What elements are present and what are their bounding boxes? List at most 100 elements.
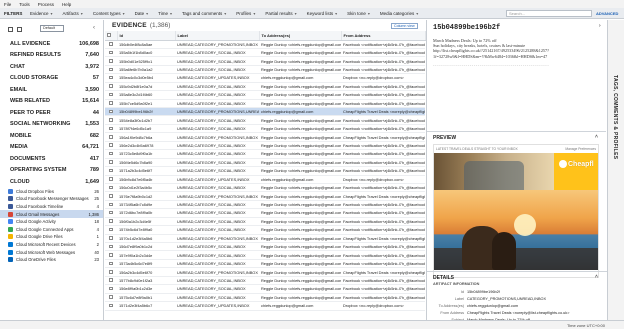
category-cloud[interactable]: CLOUD 1,649 — [0, 176, 103, 188]
table-row[interactable]: 155a8e3c2d1f4b60 UNREAD,CATEGORY_SOCIAL,I… — [105, 90, 425, 100]
table-row[interactable]: 156d7e8f9a0b1c2d UNREAD,CATEGORY_SOCIAL,I… — [105, 242, 425, 252]
row-checkbox[interactable] — [105, 250, 117, 260]
column-header-id[interactable]: Id — [117, 31, 176, 41]
row-checkbox[interactable] — [105, 48, 117, 58]
menu-process[interactable]: Process — [38, 2, 54, 7]
row-checkbox[interactable] — [105, 149, 117, 159]
category-media[interactable]: MEDIA 64,721 — [0, 142, 103, 154]
table-row[interactable]: 1572d6bc7e8f9a0b UNREAD,CATEGORY_SOCIAL,I… — [105, 208, 425, 218]
row-checkbox[interactable] — [105, 225, 117, 235]
category-chat[interactable]: CHAT 3,972 — [0, 61, 103, 73]
collapse-icon[interactable]: › — [599, 23, 601, 29]
cloud-item[interactable]: Cloud OneDrive Files 23 — [0, 256, 103, 264]
filter-artifacts[interactable]: Artifacts ▾ — [63, 11, 83, 16]
category-mobile[interactable]: MOBILE 682 — [0, 130, 103, 142]
table-row[interactable]: 156db0e4f8c8a5ae UNREAD,CATEGORY_PROMOTIO… — [105, 40, 425, 49]
row-checkbox[interactable] — [105, 234, 117, 244]
row-checkbox[interactable] — [105, 40, 117, 49]
table-row[interactable]: 1574b5c6d7e8f9a0 UNREAD,CATEGORY_SOCIAL,I… — [105, 225, 425, 235]
row-checkbox[interactable] — [105, 175, 117, 184]
table-row[interactable]: 1570c1d2e3f4a5b6 UNREAD,CATEGORY_PROMOTIO… — [105, 234, 425, 244]
filter-content-types[interactable]: Content types ▾ — [93, 11, 125, 16]
table-row[interactable]: 157e9f0a1b2c3d4e UNREAD,CATEGORY_SOCIAL,I… — [105, 250, 425, 260]
column-header-label[interactable]: Label — [175, 31, 260, 41]
table-row[interactable]: 1578f7f4e6d5c1a9 UNREAD,CATEGORY_SOCIAL,I… — [105, 124, 425, 134]
category-documents[interactable]: DOCUMENTS 417 — [0, 153, 103, 165]
table-row[interactable]: 1573a4b5c6d7e8f9 UNREAD,CATEGORY_SOCIAL,I… — [105, 259, 425, 269]
row-checkbox[interactable] — [105, 293, 117, 303]
column-header-from[interactable]: From Address — [341, 31, 426, 41]
table-row[interactable]: 1575c6d7e8f9a0b1 UNREAD,CATEGORY_SOCIAL,I… — [105, 293, 425, 303]
table-row[interactable]: 156e2d3c4b5a6978 UNREAD,CATEGORY_SOCIAL,I… — [105, 141, 425, 151]
row-checkbox[interactable] — [105, 208, 117, 218]
filter-profiles[interactable]: Profiles ▾ — [236, 11, 255, 16]
column-header-to[interactable]: To Address(es) — [259, 31, 342, 41]
row-checkbox[interactable] — [105, 107, 117, 117]
row-checkbox[interactable] — [105, 183, 117, 193]
row-checkbox[interactable] — [105, 132, 117, 142]
column-header-select[interactable] — [105, 31, 118, 41]
chevron-up-icon[interactable]: ˄ — [595, 274, 598, 280]
row-checkbox[interactable] — [105, 158, 117, 168]
filter-evidence[interactable]: Evidence ▾ — [30, 11, 53, 16]
row-checkbox[interactable] — [105, 276, 117, 286]
row-checkbox[interactable] — [105, 191, 117, 201]
table-row[interactable]: 1576e7f8a9b0c1d2 UNREAD,CATEGORY_PROMOTIO… — [105, 191, 425, 201]
row-checkbox[interactable] — [105, 82, 117, 92]
table-row[interactable]: 155ea4c0c3d0e5b4 UNREAD,CATEGORY_UPDATES,… — [105, 73, 425, 83]
cloud-item[interactable]: Cloud Microsoft Recent Devices 2 — [0, 241, 103, 249]
cloud-item[interactable]: Cloud Microsoft Web Messages 40 — [0, 248, 103, 256]
row-checkbox[interactable] — [105, 90, 117, 100]
row-checkbox[interactable] — [105, 124, 117, 134]
category-cloud-storage[interactable]: CLOUD STORAGE 57 — [0, 73, 103, 85]
table-row[interactable]: 156b9c8d7e6f5a4b UNREAD,CATEGORY_UPDATES,… — [105, 175, 425, 184]
table-row[interactable]: 1571d2e3f4a5b6c7 UNREAD,CATEGORY_UPDATES,… — [105, 301, 425, 311]
preview-manage-link[interactable]: Manage Preferences — [565, 147, 596, 151]
filter-tags-and-comments[interactable]: Tags and comments ▾ — [182, 11, 226, 16]
column-view-button[interactable]: Column view — [391, 23, 418, 29]
table-row[interactable]: 15b04899be196b2f UNREAD,CATEGORY_PROMOTIO… — [105, 107, 425, 117]
table-row[interactable]: 156c0d1e2f3a4b5c UNREAD,CATEGORY_SOCIAL,I… — [105, 183, 425, 193]
category-refined-results[interactable]: REFINED RESULTS 7,640 — [0, 50, 103, 62]
filter-date[interactable]: Date ▾ — [135, 11, 149, 16]
filter-media-categories[interactable]: Media categories ▾ — [380, 11, 418, 16]
table-row[interactable]: 155b7ce5d9a0f2e1 UNREAD,CATEGORY_SOCIAL,I… — [105, 99, 425, 109]
category-email[interactable]: EMAIL 3,590 — [0, 84, 103, 96]
cloud-item[interactable]: Cloud Dropbox Files 26 — [0, 188, 103, 196]
table-row[interactable]: 155b0d01e525f9c1 UNREAD,CATEGORY_SOCIAL,I… — [105, 56, 425, 66]
menu-help[interactable]: Help — [62, 2, 71, 7]
row-checkbox[interactable] — [105, 259, 117, 269]
chevron-up-icon[interactable]: ˄ — [595, 134, 598, 140]
row-checkbox[interactable] — [105, 141, 117, 151]
grid-icon[interactable] — [8, 26, 13, 32]
row-checkbox[interactable] — [105, 242, 117, 252]
list-icon[interactable] — [17, 26, 22, 32]
table-row[interactable]: 156f0a1b2c3d4e5f UNREAD,CATEGORY_SOCIAL,I… — [105, 217, 425, 227]
table-row[interactable]: 1571a2b3c4d5e6f7 UNREAD,CATEGORY_SOCIAL,I… — [105, 166, 425, 176]
menu-file[interactable]: File — [4, 2, 11, 7]
filter-partial-results[interactable]: Partial results ▾ — [265, 11, 296, 16]
table-row[interactable]: 156e8f9a0b1c2d3e UNREAD,CATEGORY_SOCIAL,I… — [105, 284, 425, 294]
row-checkbox[interactable] — [105, 73, 117, 83]
category-peer-to-peer[interactable]: PEER TO PEER 44 — [0, 107, 103, 119]
category-operating-system[interactable]: OPERATING SYSTEM 789 — [0, 165, 103, 177]
row-checkbox[interactable] — [105, 65, 117, 75]
category-all-evidence[interactable]: ALL EVIDENCE 106,698 — [0, 38, 103, 50]
table-row[interactable]: 156f4e5d6c7b8a90 UNREAD,CATEGORY_SOCIAL,I… — [105, 158, 425, 168]
filter-skin-tone[interactable]: Skin tone ▾ — [347, 11, 370, 16]
row-checkbox[interactable] — [105, 115, 117, 125]
table-row[interactable]: 156a1f0e9d8c7b6a UNREAD,CATEGORY_PROMOTIO… — [105, 132, 425, 142]
category-social-networking[interactable]: SOCIAL NETWORKING 1,553 — [0, 119, 103, 131]
table-row[interactable]: 1577b8c9d0e1f2a3 UNREAD,CATEGORY_SOCIAL,I… — [105, 276, 425, 286]
cloud-item[interactable]: Cloud Facebook Messenger Messages 25 — [0, 195, 103, 203]
row-checkbox[interactable] — [105, 284, 117, 294]
table-row[interactable]: 15723c5e8d9f0a1b UNREAD,CATEGORY_SOCIAL,I… — [105, 149, 425, 159]
details-header[interactable]: DETAILS ˄ — [427, 271, 607, 281]
cloud-item[interactable]: Cloud Gmail Messages 1,386 — [0, 210, 103, 218]
filter-time[interactable]: Time ▾ — [158, 11, 172, 16]
table-row[interactable]: 156a2b3c4d5e6f70 UNREAD,CATEGORY_PROMOTIO… — [105, 267, 425, 277]
cloud-item[interactable]: Cloud Google Activity 18 — [0, 218, 103, 226]
cloud-item[interactable]: Cloud Google Connected Apps 4 — [0, 225, 103, 233]
row-checkbox[interactable] — [105, 267, 117, 277]
preview-header[interactable]: PREVIEW ˄ — [427, 132, 606, 142]
